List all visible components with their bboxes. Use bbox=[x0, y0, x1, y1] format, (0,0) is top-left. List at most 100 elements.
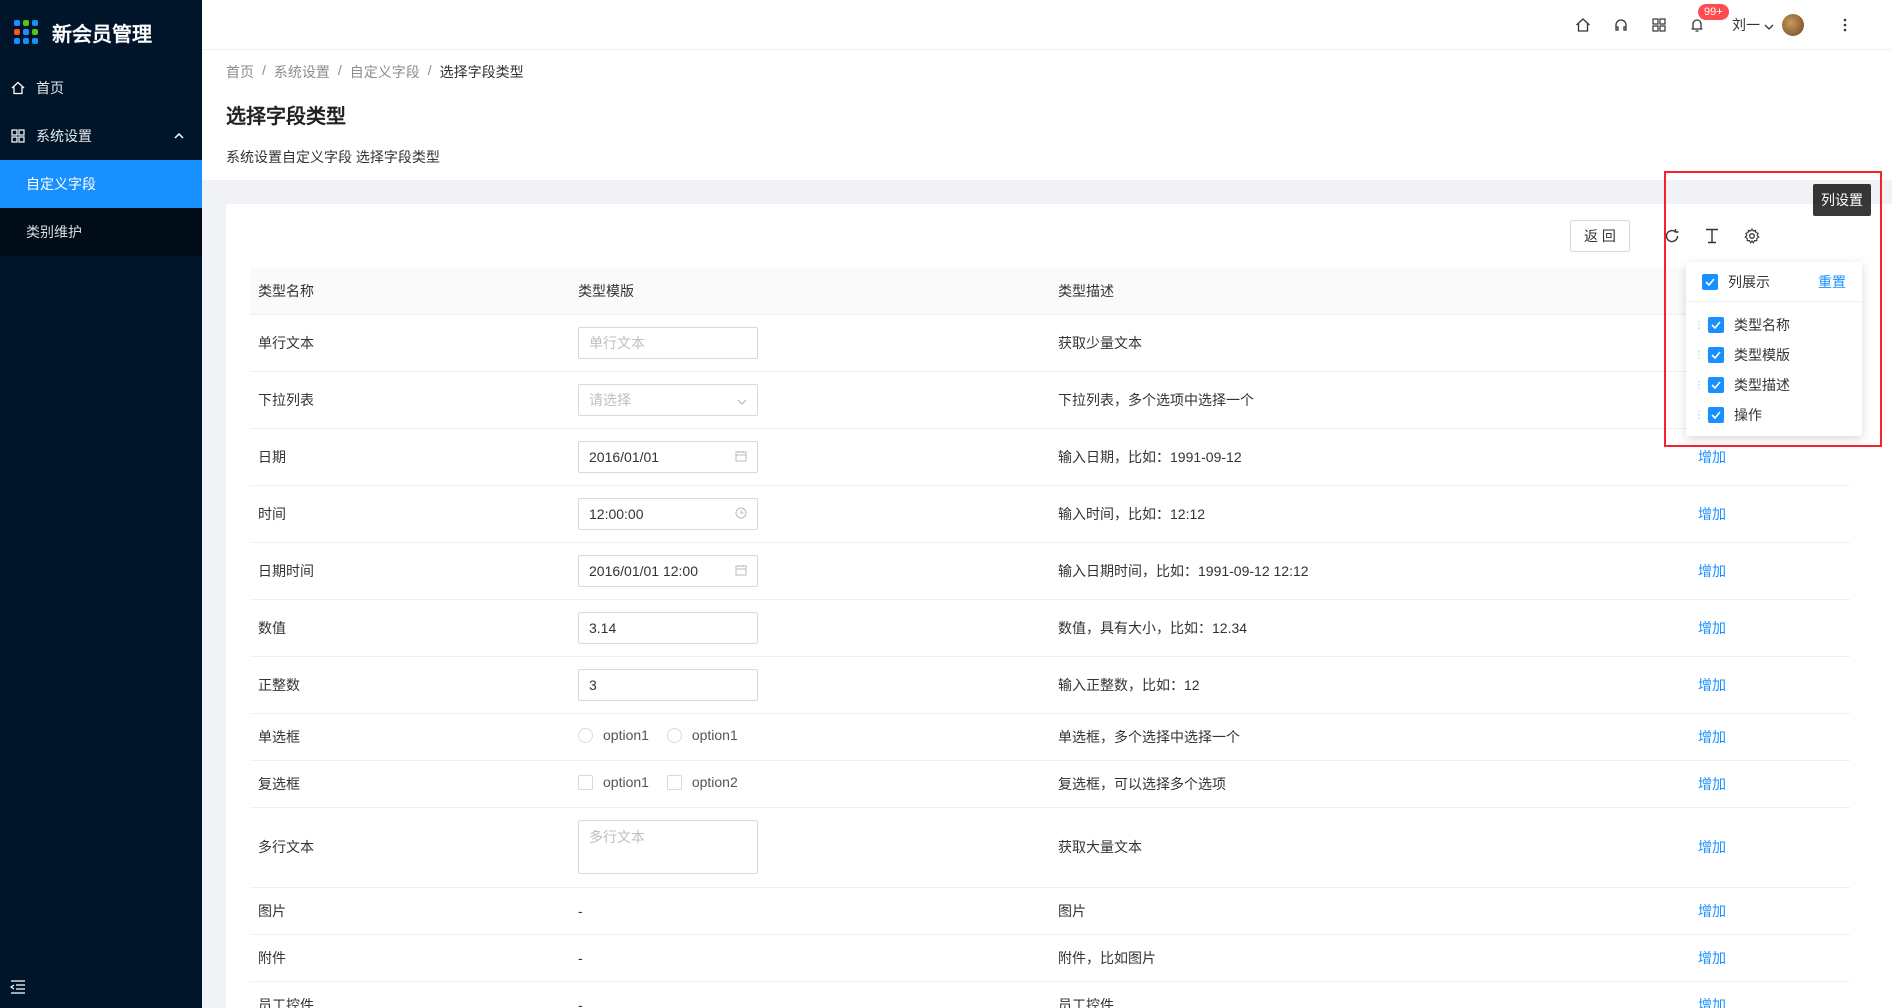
radio-circle bbox=[666, 727, 682, 743]
cell-name: 单行文本 bbox=[250, 314, 570, 372]
sidebar-item-label: 首页 bbox=[36, 80, 64, 96]
sidebar-item-label: 系统设置 bbox=[36, 128, 92, 144]
column-settings-popover: 列展示 重置 ⋮⋮ 类型名称 ⋮⋮ 类型模版 ⋮⋮ 类型描述 ⋮⋮ 操作 bbox=[1686, 262, 1862, 436]
add-button[interactable]: 增加 bbox=[1690, 656, 1850, 714]
content-card: 返 回 类型名称 类型模版 类型描述 单行文本 单行文本 获取少量文本 下拉列表… bbox=[226, 204, 1892, 1008]
sidebar-item-system-settings[interactable]: 系统设置 bbox=[0, 112, 202, 160]
cell-name: 附件 bbox=[250, 934, 570, 982]
table-row: 数值 3.14 数值，具有大小，比如：12.34 增加 bbox=[250, 599, 1850, 657]
reset-button[interactable]: 重置 bbox=[1818, 272, 1846, 292]
table-row: 单选框 option1 option1 单选框，多个选择中选择一个 增加 bbox=[250, 713, 1850, 761]
column-header-description: 类型描述 bbox=[1050, 268, 1690, 315]
add-button[interactable]: 增加 bbox=[1690, 599, 1850, 657]
apps-icon[interactable] bbox=[1640, 0, 1678, 50]
column-checkbox[interactable] bbox=[1708, 317, 1724, 333]
cell-name: 数值 bbox=[250, 599, 570, 657]
table-row: 复选框 option1 option2 复选框，可以选择多个选项 增加 bbox=[250, 760, 1850, 808]
column-option[interactable]: ⋮⋮ 类型描述 bbox=[1686, 370, 1862, 400]
sidebar-item-category[interactable]: 类别维护 bbox=[0, 208, 202, 256]
column-option-label: 类型名称 bbox=[1734, 317, 1790, 333]
add-button[interactable]: 增加 bbox=[1690, 485, 1850, 543]
column-option[interactable]: ⋮⋮ 类型名称 bbox=[1686, 310, 1862, 340]
table-row: 图片 - 图片 增加 bbox=[250, 887, 1850, 935]
breadcrumb: 首页 / 系统设置 / 自定义字段 / 选择字段类型 bbox=[226, 62, 1868, 82]
column-option-label: 操作 bbox=[1734, 407, 1762, 423]
user-menu[interactable]: 刘一 bbox=[1732, 13, 1804, 36]
back-button[interactable]: 返 回 bbox=[1570, 220, 1630, 252]
add-button[interactable]: 增加 bbox=[1690, 713, 1850, 761]
time-picker[interactable]: 12:00:00 bbox=[578, 497, 758, 530]
cell-description: 员工控件 bbox=[1050, 981, 1690, 1008]
headset-icon[interactable] bbox=[1602, 0, 1640, 50]
time-value: 12:00:00 bbox=[589, 505, 644, 522]
column-option[interactable]: ⋮⋮ 类型模版 bbox=[1686, 340, 1862, 370]
more-vertical-icon[interactable] bbox=[1826, 0, 1864, 50]
add-button[interactable]: 增加 bbox=[1690, 807, 1850, 888]
calendar-icon bbox=[735, 563, 747, 579]
date-picker[interactable]: 2016/01/01 bbox=[578, 440, 758, 473]
sidebar-item-home[interactable]: 首页 bbox=[0, 64, 202, 112]
add-button[interactable]: 增加 bbox=[1690, 542, 1850, 600]
avatar[interactable] bbox=[1782, 13, 1804, 36]
checkbox-label: option1 bbox=[603, 774, 649, 791]
add-button[interactable]: 增加 bbox=[1690, 887, 1850, 935]
table-row: 正整数 3 输入正整数，比如：12 增加 bbox=[250, 656, 1850, 714]
cell-name: 正整数 bbox=[250, 656, 570, 714]
radio-option[interactable]: option1 bbox=[578, 727, 649, 743]
bell-icon[interactable]: 99+ bbox=[1678, 0, 1729, 50]
column-option[interactable]: ⋮⋮ 操作 bbox=[1686, 400, 1862, 430]
column-header-name: 类型名称 bbox=[250, 268, 570, 315]
table-row: 日期时间 2016/01/01 12:00 输入日期时间，比如：1991-09-… bbox=[250, 542, 1850, 600]
cell-description: 输入日期时间，比如：1991-09-12 12:12 bbox=[1050, 542, 1690, 600]
breadcrumb-system[interactable]: 系统设置 bbox=[274, 62, 330, 82]
checkbox-option[interactable]: option1 bbox=[578, 774, 649, 790]
chevron-down-icon bbox=[737, 392, 747, 408]
cell-description: 单选框，多个选择中选择一个 bbox=[1050, 713, 1690, 761]
cell-name: 时间 bbox=[250, 485, 570, 543]
checkbox-option[interactable]: option2 bbox=[666, 774, 738, 790]
radio-circle bbox=[578, 727, 593, 743]
datetime-picker[interactable]: 2016/01/01 12:00 bbox=[578, 554, 758, 587]
notification-badge: 99+ bbox=[1698, 3, 1729, 20]
apps-grid-icon bbox=[14, 20, 38, 44]
home-icon bbox=[10, 80, 26, 96]
single-line-text-input[interactable]: 单行文本 bbox=[578, 326, 758, 359]
sidebar: 新会员管理 首页 系统设置 自定义字段 类别维护 bbox=[0, 0, 202, 1008]
breadcrumb-custom-fields[interactable]: 自定义字段 bbox=[350, 62, 420, 82]
checkbox-box bbox=[666, 774, 682, 790]
multi-line-textarea[interactable]: 多行文本 bbox=[578, 820, 758, 874]
cell-description: 输入日期，比如：1991-09-12 bbox=[1050, 428, 1690, 486]
column-checkbox[interactable] bbox=[1708, 347, 1724, 363]
page-header: 首页 / 系统设置 / 自定义字段 / 选择字段类型 选择字段类型 系统设置自定义字段… bbox=[202, 50, 1892, 180]
breadcrumb-separator: / bbox=[337, 62, 342, 78]
logo[interactable]: 新会员管理 bbox=[0, 0, 202, 64]
datetime-value: 2016/01/01 12:00 bbox=[589, 562, 698, 579]
home-icon[interactable] bbox=[1564, 0, 1602, 50]
menu-fold-icon[interactable] bbox=[9, 980, 26, 994]
number-input[interactable]: 3.14 bbox=[578, 611, 758, 644]
add-button[interactable]: 增加 bbox=[1690, 760, 1850, 808]
add-button[interactable]: 增加 bbox=[1690, 981, 1850, 1008]
cell-description: 输入时间，比如：12:12 bbox=[1050, 485, 1690, 543]
sidebar-submenu: 自定义字段 类别维护 bbox=[0, 160, 202, 256]
radio-label: option1 bbox=[691, 727, 738, 744]
integer-input[interactable]: 3 bbox=[578, 668, 758, 701]
drag-handle-icon[interactable]: ⋮⋮ bbox=[1694, 380, 1713, 391]
breadcrumb-home[interactable]: 首页 bbox=[226, 62, 254, 82]
add-button[interactable]: 增加 bbox=[1690, 934, 1850, 982]
dropdown-select[interactable]: 请选择 bbox=[578, 383, 758, 416]
show-all-checkbox[interactable] bbox=[1702, 273, 1718, 290]
table-row: 员工控件 - 员工控件 增加 bbox=[250, 981, 1850, 1008]
cell-description: 数值，具有大小，比如：12.34 bbox=[1050, 599, 1690, 657]
drag-handle-icon[interactable]: ⋮⋮ bbox=[1694, 410, 1713, 421]
cell-description: 下拉列表，多个选项中选择一个 bbox=[1050, 371, 1690, 429]
cell-name: 员工控件 bbox=[250, 981, 570, 1008]
column-checkbox[interactable] bbox=[1708, 377, 1724, 393]
column-checkbox[interactable] bbox=[1708, 407, 1724, 423]
sidebar-item-custom-fields[interactable]: 自定义字段 bbox=[0, 160, 202, 208]
drag-handle-icon[interactable]: ⋮⋮ bbox=[1694, 350, 1713, 361]
table-row: 时间 12:00:00 输入时间，比如：12:12 增加 bbox=[250, 485, 1850, 543]
radio-option[interactable]: option1 bbox=[666, 727, 738, 744]
breadcrumb-separator: / bbox=[262, 62, 266, 78]
drag-handle-icon[interactable]: ⋮⋮ bbox=[1694, 320, 1713, 331]
